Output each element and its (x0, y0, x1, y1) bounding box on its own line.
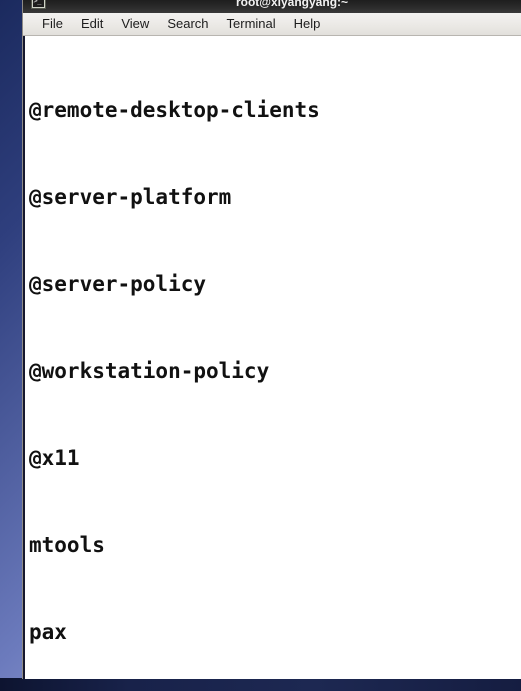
menu-item-search[interactable]: Search (158, 15, 217, 34)
terminal-text: @remote-desktop-clients @server-platform… (27, 38, 521, 679)
menu-item-view[interactable]: View (112, 15, 158, 34)
desktop-bottom-strip (0, 678, 521, 691)
menu-item-edit[interactable]: Edit (72, 15, 112, 34)
menu-item-terminal[interactable]: Terminal (218, 15, 285, 34)
terminal-window: root@xiyangyang:~ File Edit View Search … (22, 0, 521, 679)
window-titlebar[interactable]: root@xiyangyang:~ (23, 0, 521, 13)
window-title: root@xiyangyang:~ (235, 0, 349, 9)
terminal-output-area[interactable]: @remote-desktop-clients @server-platform… (23, 36, 521, 679)
terminal-line: @remote-desktop-clients (29, 98, 320, 122)
menu-item-file[interactable]: File (33, 15, 72, 34)
terminal-line: @server-platform (29, 185, 232, 209)
menu-item-help[interactable]: Help (285, 15, 330, 34)
terminal-line: mtools (29, 533, 105, 557)
terminal-line: pax (29, 620, 67, 644)
menu-bar: File Edit View Search Terminal Help (23, 13, 521, 36)
terminal-line: @workstation-policy (29, 359, 270, 383)
terminal-line: @server-policy (29, 272, 207, 296)
terminal-line: @x11 (29, 446, 80, 470)
